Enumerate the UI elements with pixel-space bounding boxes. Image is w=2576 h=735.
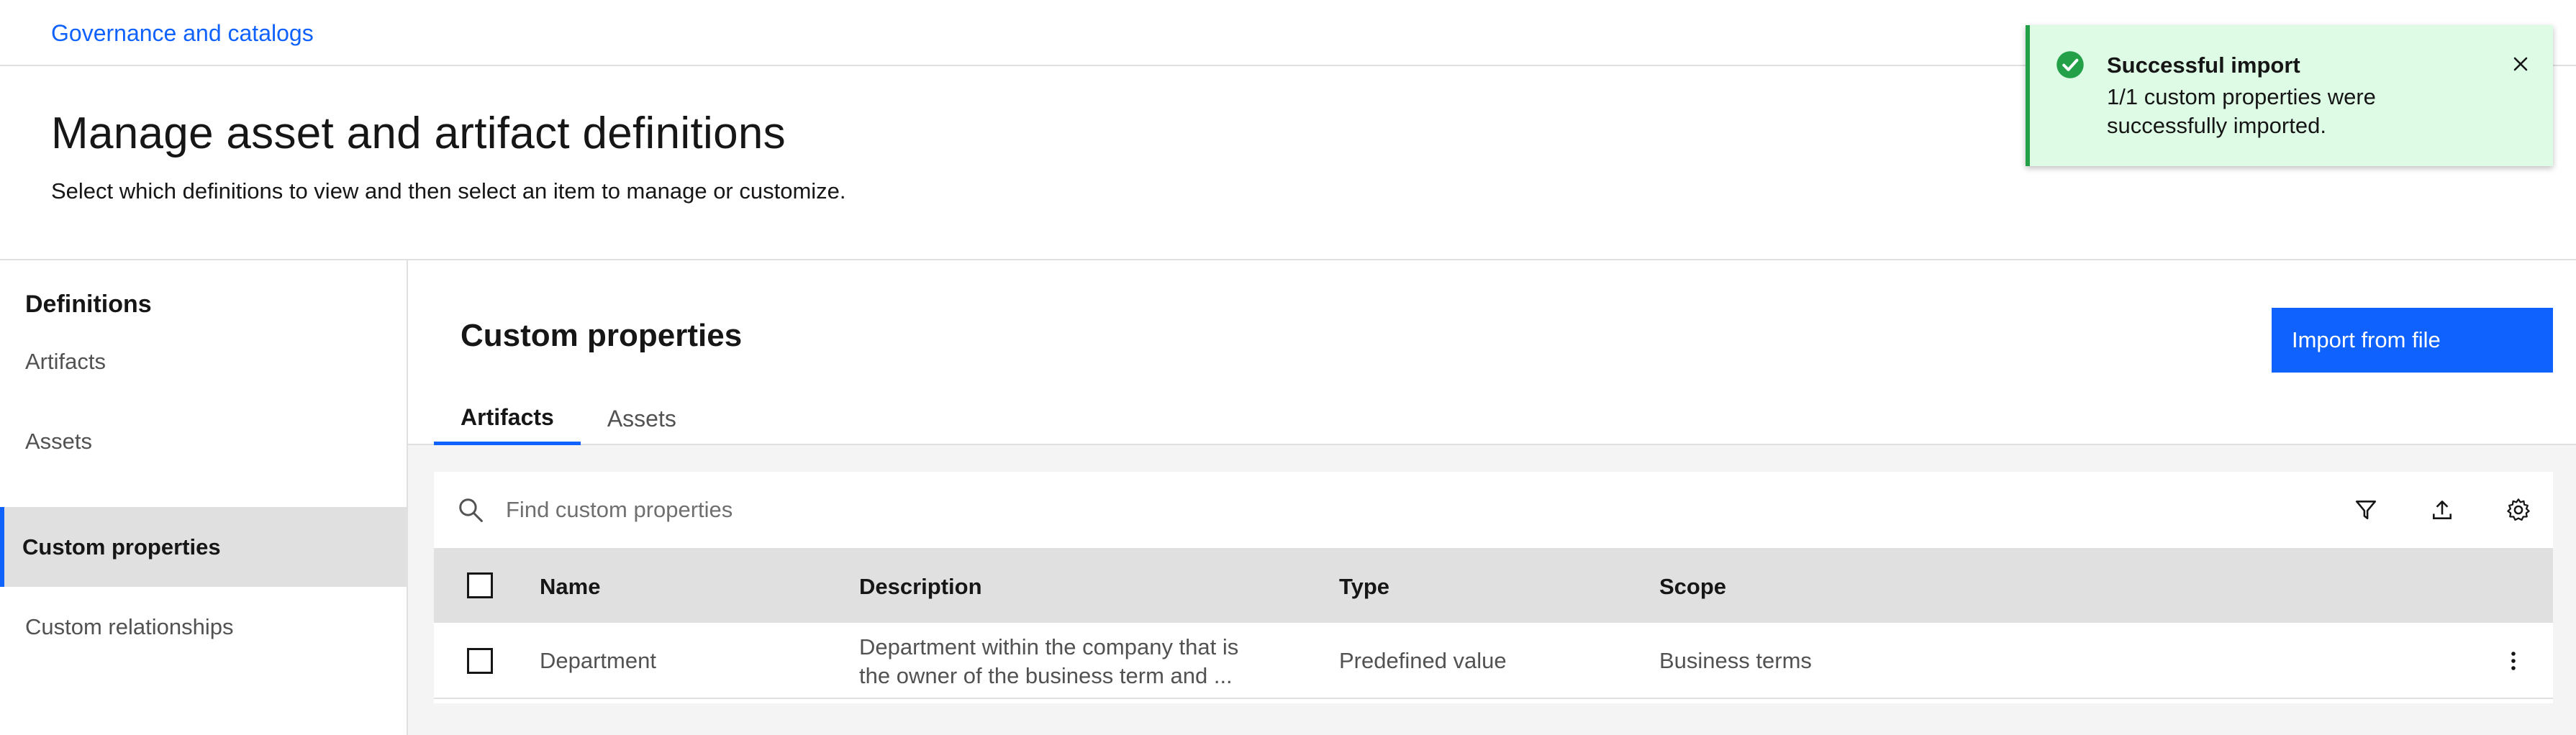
main-header: Custom properties Import from file Artif… — [408, 260, 2576, 445]
checkmark-filled-icon — [2056, 51, 2084, 78]
sidebar-item-artifacts[interactable]: Artifacts — [0, 321, 407, 401]
row-checkbox[interactable] — [467, 648, 493, 674]
definitions-sidebar: Definitions Artifacts Assets Custom prop… — [0, 260, 408, 735]
sidebar-item-custom-properties[interactable]: Custom properties — [0, 507, 407, 587]
custom-properties-table: Name Description Type Scope Department D… — [434, 472, 2553, 703]
tab-artifacts[interactable]: Artifacts — [434, 393, 581, 445]
table-header-row: Name Description Type Scope — [434, 548, 2553, 623]
settings-icon — [2507, 498, 2530, 521]
filter-button[interactable] — [2345, 489, 2387, 531]
sidebar-item-custom-relationships[interactable]: Custom relationships — [0, 587, 407, 667]
success-toast: Successful import 1/1 custom properties … — [2026, 25, 2553, 166]
row-overflow-menu-button[interactable] — [2499, 647, 2528, 675]
tab-list: Artifacts Assets — [434, 393, 703, 445]
cell-description-line-2: the owner of the business term and ... — [859, 663, 1233, 688]
export-icon — [2433, 501, 2452, 519]
search-icon — [459, 498, 483, 522]
table-row[interactable]: Department Department within the company… — [434, 623, 2553, 699]
tab-assets[interactable]: Assets — [580, 393, 703, 445]
select-all-checkbox[interactable] — [467, 572, 493, 598]
toast-close-button[interactable] — [2505, 48, 2536, 80]
sidebar-heading: Definitions — [25, 291, 152, 318]
search-input[interactable] — [506, 486, 2233, 534]
toast-body: 1/1 custom properties were successfully … — [2107, 84, 2376, 138]
table-toolbar — [434, 472, 2553, 548]
cell-description-line-1: Department within the company that is — [859, 634, 1239, 659]
page: Governance and catalogs Manage asset and… — [0, 0, 2576, 735]
column-header-scope[interactable]: Scope — [1659, 574, 1726, 600]
breadcrumb-link-governance[interactable]: Governance and catalogs — [51, 20, 314, 47]
page-subtitle: Select which definitions to view and the… — [51, 178, 846, 204]
toast-title: Successful import — [2107, 52, 2300, 78]
sidebar-item-assets[interactable]: Assets — [0, 401, 407, 481]
close-icon — [2513, 57, 2528, 71]
cell-type: Predefined value — [1339, 648, 1507, 673]
column-header-type[interactable]: Type — [1339, 574, 1389, 600]
cell-name: Department — [540, 648, 656, 673]
column-header-description[interactable]: Description — [859, 574, 982, 600]
export-button[interactable] — [2421, 489, 2463, 531]
filter-icon — [2355, 501, 2377, 519]
settings-button[interactable] — [2498, 489, 2539, 531]
section-title: Custom properties — [461, 318, 743, 353]
cell-scope: Business terms — [1659, 648, 1812, 673]
page-title: Manage asset and artifact definitions — [51, 109, 786, 158]
main-panel: Custom properties Import from file Artif… — [408, 260, 2576, 735]
column-header-name[interactable]: Name — [540, 574, 600, 600]
import-from-file-button[interactable]: Import from file — [2272, 308, 2553, 373]
cell-description: Department within the company that is th… — [859, 633, 1320, 690]
overflow-menu-icon — [2511, 652, 2516, 670]
